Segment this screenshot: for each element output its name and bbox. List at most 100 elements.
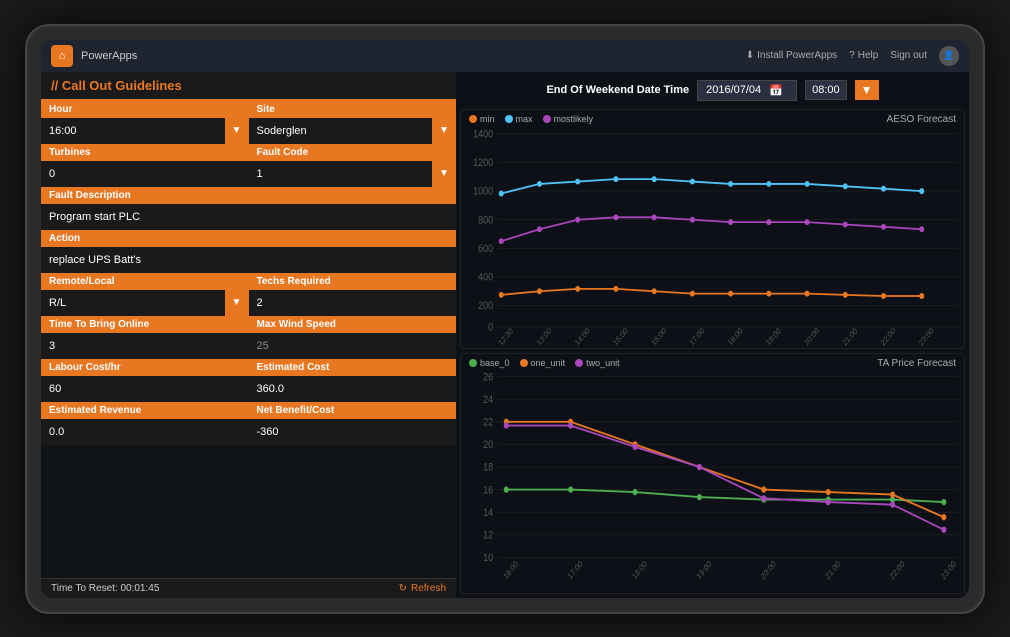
estimated-revenue-input-row: 0.0 (41, 419, 249, 445)
svg-text:23:00: 23:00 (940, 559, 958, 582)
avatar: 👤 (939, 46, 959, 66)
site-value: Soderglen (249, 121, 433, 141)
datetime-label: End Of Weekend Date Time (546, 84, 689, 96)
svg-text:17:00: 17:00 (688, 325, 706, 347)
left-panel: // Call Out Guidelines Hour 16:00 ▼ (41, 72, 456, 598)
form-area: Hour 16:00 ▼ Site Soderglen ▼ (41, 101, 456, 578)
fault-desc-group: Fault Description Program start PLC (41, 187, 456, 230)
svg-text:18: 18 (483, 462, 493, 474)
svg-text:10: 10 (483, 552, 493, 564)
hour-site-row: Hour 16:00 ▼ Site Soderglen ▼ (41, 101, 456, 144)
time-input[interactable]: 08:00 (805, 80, 847, 100)
fault-code-label: Fault Code (249, 144, 457, 161)
hour-value: 16:00 (41, 121, 225, 141)
help-button[interactable]: ? Help (849, 50, 878, 61)
action-group: Action replace UPS Batt's (41, 230, 456, 273)
svg-text:1000: 1000 (473, 186, 494, 198)
svg-text:26: 26 (483, 372, 493, 384)
time-to-bring-input-row: 3 (41, 333, 249, 359)
fault-code-group: Fault Code 1 ▼ (249, 144, 457, 187)
max-wind-speed-value: 25 (249, 336, 457, 356)
svg-text:22: 22 (483, 417, 493, 429)
date-input[interactable]: 2016/07/04 📅 (697, 80, 797, 101)
estimated-cost-group: Estimated Cost 360.0 (249, 359, 457, 402)
svg-text:24: 24 (483, 394, 493, 406)
action-row: Action replace UPS Batt's (41, 230, 456, 273)
site-dropdown-button[interactable]: ▼ (432, 118, 456, 144)
fault-code-dropdown-button[interactable]: ▼ (432, 161, 456, 187)
net-benefit-input-row: -360 (249, 419, 457, 445)
net-benefit-value: -360 (249, 422, 457, 442)
action-label: Action (41, 230, 456, 247)
fault-code-select[interactable]: 1 ▼ (249, 161, 457, 187)
download-icon: ⬇ (746, 50, 754, 61)
hour-select[interactable]: 16:00 ▼ (41, 118, 249, 144)
svg-text:1200: 1200 (473, 157, 494, 169)
chart2-svg: 26 24 22 20 18 16 14 12 10 16:00 17:00 1… (461, 354, 964, 593)
estimated-cost-label: Estimated Cost (249, 359, 457, 376)
max-wind-speed-label: Max Wind Speed (249, 316, 457, 333)
svg-text:13:00: 13:00 (535, 325, 553, 347)
svg-text:200: 200 (478, 300, 494, 312)
action-input-row: replace UPS Batt's (41, 247, 456, 273)
home-button[interactable]: ⌂ (51, 45, 73, 67)
estimated-revenue-value: 0.0 (41, 422, 249, 442)
fault-desc-value: Program start PLC (41, 207, 456, 227)
hour-group: Hour 16:00 ▼ (41, 101, 249, 144)
turbines-input-row: 0 (41, 161, 249, 187)
top-bar-left: ⌂ PowerApps (51, 45, 137, 67)
labour-estimated-row: Labour Cost/hr 60 Estimated Cost 360.0 (41, 359, 456, 402)
techs-required-input-row: 2 (249, 290, 457, 316)
techs-required-value: 2 (249, 293, 457, 313)
net-benefit-label: Net Benefit/Cost (249, 402, 457, 419)
install-powerapp-button[interactable]: ⬇ Install PowerApps (746, 50, 837, 61)
turbines-label: Turbines (41, 144, 249, 161)
labour-cost-label: Labour Cost/hr (41, 359, 249, 376)
fault-desc-input-row: Program start PLC (41, 204, 456, 230)
svg-text:19:00: 19:00 (695, 559, 713, 582)
svg-text:16:00: 16:00 (502, 559, 520, 582)
svg-text:21:00: 21:00 (841, 325, 859, 347)
remote-local-dropdown-button[interactable]: ▼ (225, 290, 249, 316)
svg-text:19:00: 19:00 (764, 325, 782, 347)
home-icon: ⌂ (59, 50, 66, 62)
site-label: Site (249, 101, 457, 118)
signout-button[interactable]: Sign out (890, 50, 927, 61)
svg-text:17:00: 17:00 (566, 559, 584, 582)
fault-desc-label: Fault Description (41, 187, 456, 204)
refresh-button[interactable]: ↻ Refresh (399, 583, 446, 594)
remote-local-select[interactable]: R/L ▼ (41, 290, 249, 316)
svg-text:18:00: 18:00 (726, 325, 744, 347)
action-value: replace UPS Batt's (41, 250, 456, 270)
ta-price-forecast-chart: base_0 one_unit two_unit TA Price Foreca… (460, 353, 965, 594)
help-icon: ? (849, 50, 855, 61)
svg-text:600: 600 (478, 243, 494, 255)
remote-local-group: Remote/Local R/L ▼ (41, 273, 249, 316)
time-dropdown-button[interactable]: ▼ (855, 80, 879, 100)
top-bar: ⌂ PowerApps ⬇ Install PowerApps ? Help S… (41, 40, 969, 72)
time-to-bring-value: 3 (41, 336, 249, 356)
top-bar-right: ⬇ Install PowerApps ? Help Sign out 👤 (746, 46, 959, 66)
svg-text:12:30: 12:30 (497, 325, 515, 347)
time-to-bring-group: Time To Bring Online 3 (41, 316, 249, 359)
turbines-value: 0 (41, 164, 249, 184)
site-select[interactable]: Soderglen ▼ (249, 118, 457, 144)
estimated-revenue-group: Estimated Revenue 0.0 (41, 402, 249, 445)
svg-text:20:00: 20:00 (803, 325, 821, 347)
hour-dropdown-button[interactable]: ▼ (225, 118, 249, 144)
svg-text:12: 12 (483, 530, 493, 542)
estimated-cost-input-row: 360.0 (249, 376, 457, 402)
hour-label: Hour (41, 101, 249, 118)
svg-text:18:00: 18:00 (631, 559, 649, 582)
remote-local-value: R/L (41, 293, 225, 313)
svg-text:14:00: 14:00 (573, 325, 591, 347)
main-content: // Call Out Guidelines Hour 16:00 ▼ (41, 72, 969, 598)
panel-header: // Call Out Guidelines (41, 72, 456, 101)
right-panel: End Of Weekend Date Time 2016/07/04 📅 08… (456, 72, 969, 598)
date-value: 2016/07/04 (706, 84, 761, 96)
svg-text:20:00: 20:00 (759, 559, 777, 582)
svg-text:800: 800 (478, 214, 494, 226)
techs-required-label: Techs Required (249, 273, 457, 290)
estimated-revenue-label: Estimated Revenue (41, 402, 249, 419)
svg-text:22:00: 22:00 (879, 325, 897, 347)
